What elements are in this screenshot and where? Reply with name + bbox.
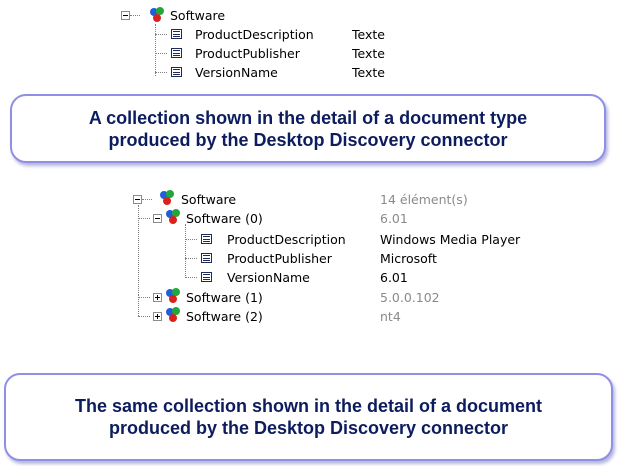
item-label: Software (1) (186, 290, 263, 305)
minus-expander-icon[interactable] (133, 195, 142, 204)
minus-expander-icon[interactable] (153, 214, 162, 223)
field-label: VersionName (227, 270, 310, 285)
field-icon (171, 29, 182, 39)
field-value: Microsoft (380, 251, 437, 266)
field-icon (201, 253, 212, 263)
node-label: Software (181, 192, 237, 207)
caption-document-type: A collection shown in the detail of a do… (10, 94, 606, 163)
type-tree: Software ProductDescription Texte Produc… (0, 0, 619, 90)
field-type: Texte (352, 65, 385, 80)
collection-icon (150, 7, 166, 23)
plus-expander-icon[interactable] (153, 312, 162, 321)
plus-expander-icon[interactable] (153, 293, 162, 302)
field-label: ProductDescription (227, 232, 346, 247)
item-version: 5.0.0.102 (380, 290, 440, 305)
collection-icon (166, 288, 182, 304)
field-icon (201, 272, 212, 282)
caption-line-1: The same collection shown in the detail … (74, 396, 543, 416)
field-type: Texte (352, 46, 385, 61)
caption-document: The same collection shown in the detail … (4, 373, 613, 461)
field-icon (171, 67, 182, 77)
minus-expander-icon[interactable] (121, 11, 130, 20)
field-value: Windows Media Player (380, 232, 521, 247)
collection-icon (166, 209, 182, 225)
field-label: ProductPublisher (227, 251, 332, 266)
field-label: ProductDescription (195, 27, 314, 42)
node-label: Software (170, 8, 226, 23)
caption-line-2: produced by the Desktop Discovery connec… (108, 129, 508, 150)
item-version: nt4 (380, 309, 401, 324)
caption-line-1: A collection shown in the detail of a do… (88, 107, 528, 128)
field-icon (171, 48, 182, 58)
canvas: Software ProductDescription Texte Produc… (0, 0, 619, 466)
element-count: 14 élément(s) (380, 192, 468, 207)
collection-icon (166, 307, 182, 323)
document-tree: Software 14 élément(s) Software (0) 6.01… (0, 180, 619, 324)
field-icon (201, 234, 212, 244)
caption-line-2: produced by the Desktop Discovery connec… (108, 418, 509, 438)
field-label: ProductPublisher (195, 46, 300, 61)
item-label: Software (2) (186, 309, 263, 324)
field-label: VersionName (195, 65, 278, 80)
field-type: Texte (352, 27, 385, 42)
field-value: 6.01 (380, 270, 408, 285)
item-label: Software (0) (186, 211, 263, 226)
item-version: 6.01 (380, 211, 408, 226)
collection-icon (160, 190, 176, 206)
